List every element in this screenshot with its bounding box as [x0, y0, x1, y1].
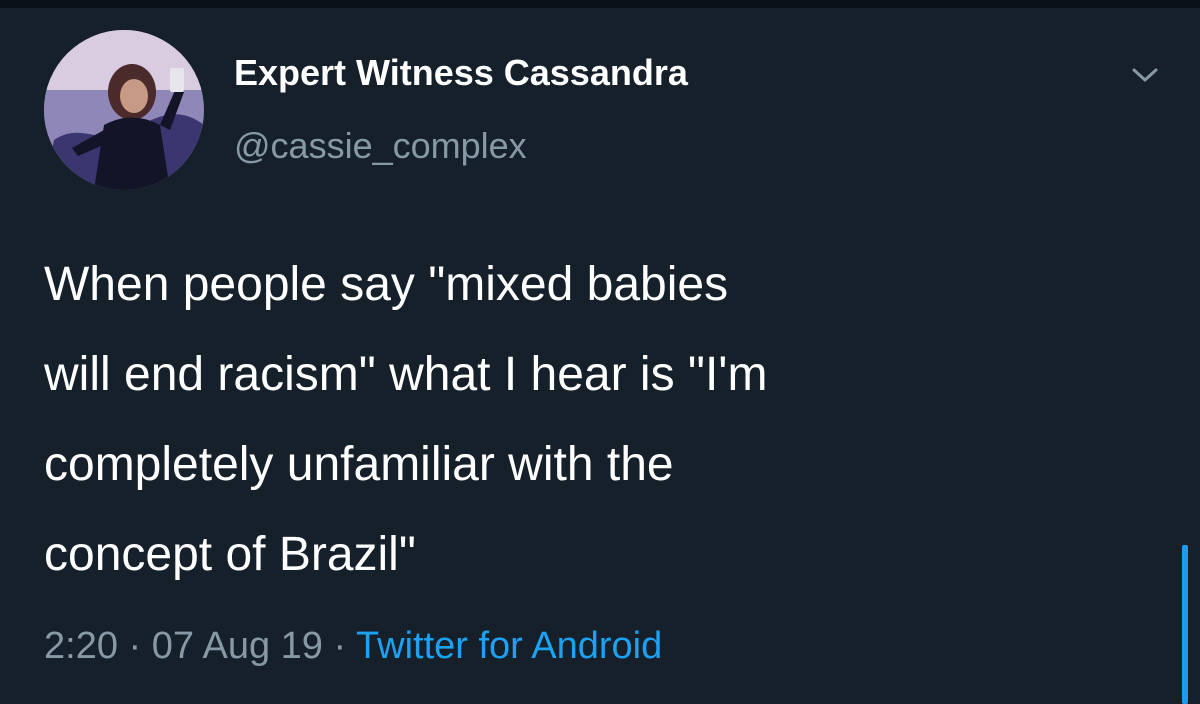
tweet-time[interactable]: 2:20: [44, 625, 118, 667]
tweet-text: When people say "mixed babies will end r…: [44, 258, 768, 581]
meta-separator: ·: [322, 625, 357, 667]
tweet-source-link[interactable]: Twitter for Android: [356, 625, 662, 667]
display-name[interactable]: Expert Witness Cassandra: [234, 52, 688, 94]
meta-separator: ·: [117, 625, 152, 667]
tweet-date[interactable]: 07 Aug 19: [152, 625, 323, 667]
top-bar: [0, 0, 1200, 8]
scrollbar[interactable]: [1182, 545, 1188, 704]
tweet-metadata: 2:20 · 07 Aug 19 · Twitter for Android: [44, 625, 662, 668]
avatar[interactable]: [44, 30, 204, 190]
user-handle[interactable]: @cassie_complex: [234, 125, 527, 167]
avatar-photo: [44, 30, 204, 190]
chevron-down-icon[interactable]: [1128, 60, 1162, 90]
